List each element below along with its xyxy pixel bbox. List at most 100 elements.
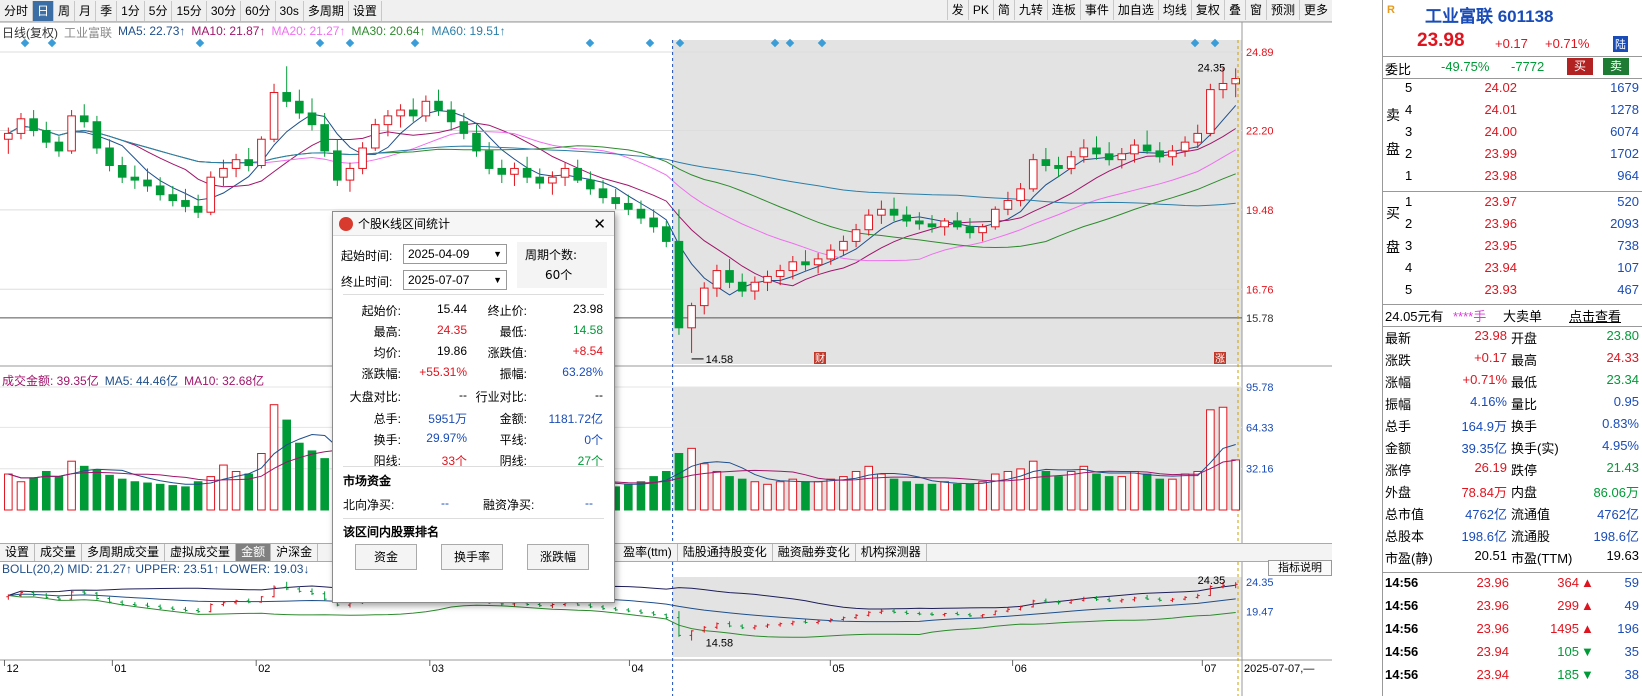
period-tab-6[interactable]: 5分	[145, 0, 173, 21]
candle	[231, 153, 241, 178]
toolbar-right-11[interactable]: 预测	[1265, 0, 1299, 20]
period-tab-8[interactable]: 30分	[207, 0, 242, 21]
sell-button[interactable]: 卖	[1603, 58, 1629, 75]
boll-ohlc-bar	[158, 604, 163, 610]
ma10-legend: MA10: 21.87↑	[191, 24, 266, 38]
indicator-tab-7[interactable]: 陆股通持股变化	[678, 544, 773, 561]
right-toolbar: 发 PK 简九转 连板 事件 加自选 均线 复权叠窗预测 更多	[946, 0, 1332, 21]
toolbar-right-2[interactable]: 简	[992, 0, 1014, 20]
volume-tick-label: 95.78	[1246, 382, 1274, 394]
ask-price[interactable]: 23.99	[1457, 146, 1517, 161]
toolbar-right-10[interactable]: 窗	[1244, 0, 1266, 20]
stat-label: 金额	[1385, 441, 1412, 456]
big-order-link[interactable]: 点击查看	[1569, 306, 1621, 325]
indicator-tab-6[interactable]: 盈率(ttm)	[618, 544, 678, 561]
indicator-tab-1[interactable]: 成交量	[35, 544, 83, 561]
stock-name: 工业富联	[64, 26, 113, 40]
bid-price[interactable]: 23.94	[1457, 260, 1517, 275]
candle	[535, 168, 545, 189]
bid-volume: 738	[1617, 238, 1639, 253]
candle	[269, 83, 279, 143]
volume-bar	[307, 450, 317, 511]
ask-volume: 1278	[1610, 102, 1639, 117]
boll-ohlc-bar	[651, 611, 656, 616]
period-tab-9[interactable]: 60分	[241, 0, 276, 21]
period-tab-0[interactable]: 分时	[0, 0, 34, 21]
period-tab-3[interactable]: 月	[75, 0, 97, 21]
volume-bar	[295, 442, 304, 511]
toolbar-right-1[interactable]: PK	[967, 0, 993, 20]
toolbar-right-6[interactable]: 加自选	[1112, 0, 1158, 20]
start-date-select[interactable]: 2025-04-09 ▼	[403, 244, 507, 264]
indicator-tab-9[interactable]: 机构探测器	[856, 544, 927, 561]
period-tab-7[interactable]: 15分	[172, 0, 207, 21]
y-tick-label: 15.78	[1246, 313, 1274, 325]
volume-bar	[839, 476, 848, 511]
volume-bar	[1117, 476, 1127, 511]
period-tab-5[interactable]: 1分	[117, 0, 145, 21]
ask-price[interactable]: 24.00	[1457, 124, 1517, 139]
indicator-tab-8[interactable]: 融资融券变化	[773, 544, 856, 561]
rank-by-funds-button[interactable]: 资金	[355, 544, 417, 570]
bid-price[interactable]: 23.96	[1457, 216, 1517, 231]
period-tab-1[interactable]: 日	[33, 0, 55, 21]
buy-button[interactable]: 买	[1567, 58, 1593, 75]
rank-by-turnover-button[interactable]: 换手率	[441, 544, 503, 570]
toolbar-right-8[interactable]: 复权	[1190, 0, 1224, 20]
divider	[1383, 304, 1642, 305]
toolbar-right-9[interactable]: 叠	[1223, 0, 1245, 20]
stat-value: +0.71%	[1462, 372, 1507, 387]
boll-low-annotation: 14.58	[706, 638, 734, 650]
indicator-tab-5[interactable]: 沪深金	[271, 544, 319, 561]
volume-bar	[624, 483, 633, 511]
ask-price[interactable]: 23.98	[1457, 168, 1517, 183]
toolbar-right-3[interactable]: 九转	[1013, 0, 1047, 20]
volume-bar	[143, 482, 152, 511]
toolbar-right-0[interactable]: 发	[946, 0, 968, 20]
bid-price[interactable]: 23.93	[1457, 282, 1517, 297]
period-tab-2[interactable]: 周	[54, 0, 76, 21]
volume-bar	[712, 470, 722, 511]
chart-toolbar: 分时日周月季 1分 5分 15分 30分 60分 30s 多周期 设置 发 PK 简九转 连板 事件 加自…	[0, 0, 1332, 22]
rank-by-change-button[interactable]: 涨跌幅	[527, 544, 589, 570]
candle	[206, 171, 216, 216]
weicha-value: -7772	[1511, 59, 1545, 74]
stat-label: 最低	[1511, 375, 1538, 390]
toolbar-extra-0[interactable]: 多周期	[304, 0, 349, 21]
main-legend: 日线(复权) 工业富联 MA5: 22.73↑ MA10: 21.87↑ MA2…	[2, 24, 506, 41]
toolbar-right-5[interactable]: 事件	[1079, 0, 1113, 20]
toolbar-right-7[interactable]: 均线	[1157, 0, 1191, 20]
bid-price[interactable]: 23.97	[1457, 194, 1517, 209]
boll-tick-label: 24.35	[1246, 577, 1274, 589]
toolbar-right-4[interactable]: 连板	[1046, 0, 1080, 20]
candle	[611, 188, 620, 210]
period-tab-10[interactable]: 30s	[276, 0, 304, 21]
indicator-tab-4[interactable]: 金额	[236, 544, 272, 561]
kline-chart[interactable]: 24.89 22.20 19.48 16.76 15.78 24.35 14.58 财 涨 95.…	[0, 22, 1332, 696]
bid-price[interactable]: 23.95	[1457, 238, 1517, 253]
end-date-select[interactable]: 2025-07-07 ▼	[403, 270, 507, 290]
tick-count: 35	[1624, 644, 1639, 659]
toolbar-extra-1[interactable]: 设置	[349, 0, 382, 21]
volume-bar	[699, 463, 709, 511]
candle	[459, 112, 469, 140]
period-tab-4[interactable]: 季	[96, 0, 118, 21]
indicator-tab-2[interactable]: 多周期成交量	[82, 544, 166, 561]
arrow-up-icon: ▲	[1581, 575, 1594, 590]
close-icon[interactable]: ✕	[593, 215, 606, 233]
ask-price[interactable]: 24.01	[1457, 102, 1517, 117]
tick-volume: 364	[1557, 575, 1579, 590]
boll-high-annotation: 24.35	[1198, 575, 1226, 587]
x-tick-label: 01	[114, 663, 126, 675]
toolbar-right-12[interactable]: 更多	[1298, 0, 1332, 20]
bid-volume: 107	[1617, 260, 1639, 275]
indicator-help-button[interactable]: 指标说明	[1268, 560, 1332, 576]
kline-range-stats-dialog: 个股K线区间统计 ✕ 起始时间: 2025-04-09 ▼ 终止时间: 2025-…	[332, 211, 615, 603]
stat-value: 39.35亿	[1461, 441, 1507, 456]
tick-count: 59	[1624, 575, 1639, 590]
selected-range-boll	[672, 577, 1242, 657]
ask-price[interactable]: 24.02	[1457, 80, 1517, 95]
stat-value: 24.33	[1606, 350, 1639, 365]
indicator-tab-0[interactable]: 设置	[0, 544, 36, 561]
indicator-tab-3[interactable]: 虚拟成交量	[165, 544, 237, 561]
